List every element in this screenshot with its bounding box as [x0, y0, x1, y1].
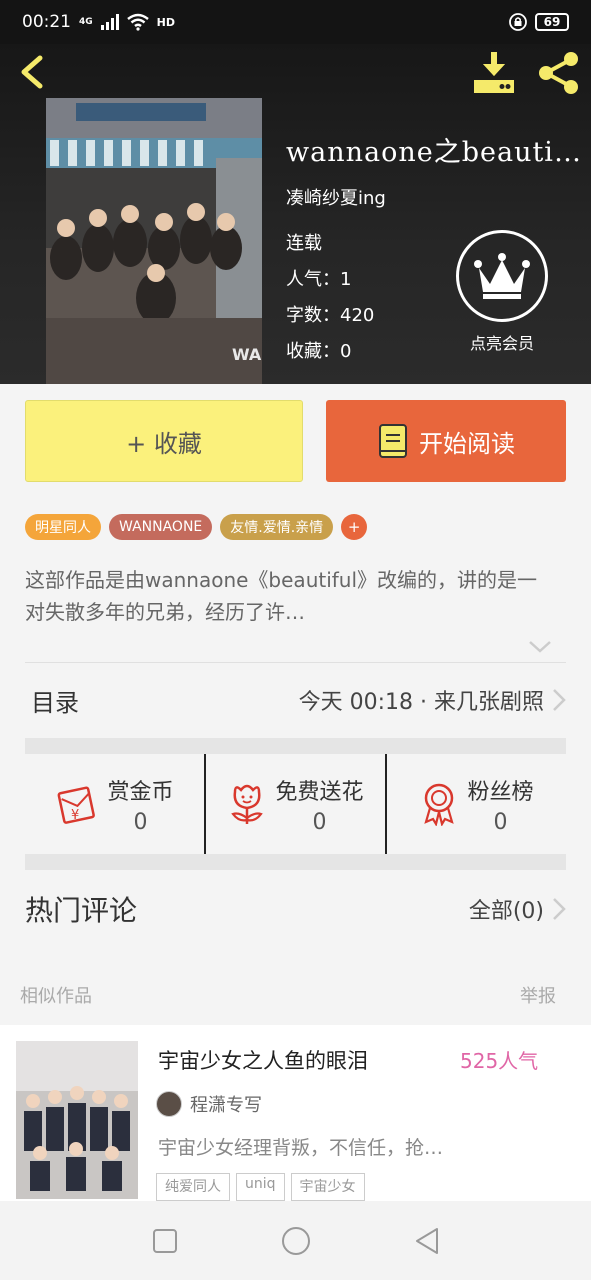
chevron-right-icon: [553, 898, 566, 920]
battery-level: 69: [543, 15, 561, 29]
hd-indicator: HD: [156, 15, 175, 29]
fan-ranking-button[interactable]: 粉丝榜 0: [385, 754, 566, 854]
back-nav-button[interactable]: [413, 1226, 441, 1256]
table-of-contents-row[interactable]: 目录 今天 00:18 · 来几张剧照: [25, 664, 566, 736]
red-envelope-icon: ¥: [58, 786, 96, 824]
back-button[interactable]: [16, 54, 48, 90]
medal-icon: [424, 783, 455, 826]
rewards-row: ¥ 赏金币 0 免费送花 0 粉丝榜 0: [25, 754, 566, 854]
similar-work-tags: 纯爱同人 uniq 宇宙少女: [156, 1173, 365, 1201]
book-detail-content: + 收藏 开始阅读 明星同人 WANNAONE 友情.爱情.亲情 + 这部作品是…: [0, 384, 591, 1014]
similar-work-item[interactable]: 宇宙少女之人鱼的眼泪 525人气 程潇专写 宇宙少女经理背叛，不信任，抢… 纯爱…: [0, 1025, 591, 1201]
book-stats: 连载 人气：1 字数：420 收藏：0: [286, 226, 374, 370]
reward-label: 粉丝榜: [467, 779, 534, 805]
send-flower-button[interactable]: 免费送花 0: [204, 754, 385, 854]
vip-label: 点亮会员: [469, 334, 534, 353]
tag-item: uniq: [236, 1173, 285, 1201]
cover-photo: WA: [46, 98, 262, 384]
system-navigation-bar: [0, 1201, 591, 1280]
tag-item[interactable]: 明星同人: [25, 514, 101, 540]
flower-icon: [231, 784, 264, 824]
section-divider: [25, 854, 566, 870]
chevron-right-icon: [553, 689, 566, 711]
signal-icon: [100, 14, 119, 30]
reward-count: 0: [312, 809, 327, 835]
add-tag-button[interactable]: +: [341, 514, 368, 540]
similar-works-label: 相似作品: [20, 986, 92, 1007]
book-header: WA wannaone之beauti… 凑崎纱夏ing 连载 人气：1 字数：4…: [0, 44, 591, 384]
recent-apps-button[interactable]: [151, 1227, 179, 1255]
svg-text:WA: WA: [232, 345, 262, 364]
collect-label: + 收藏: [126, 429, 202, 458]
latest-chapter: 今天 00:18 · 来几张剧照: [298, 690, 544, 715]
hot-comments-label: 热门评论: [25, 894, 138, 927]
book-title: wannaone之beauti…: [286, 137, 582, 168]
status-bar: 00:21 4G HD 69: [0, 0, 591, 44]
vip-button[interactable]: 点亮会员: [452, 230, 552, 354]
chevron-left-icon: [21, 55, 43, 89]
book-author[interactable]: 凑崎纱夏ing: [286, 184, 386, 210]
report-link[interactable]: 举报: [520, 982, 556, 1008]
crown-badge: [456, 230, 548, 322]
divider: [25, 662, 566, 663]
all-comments-link[interactable]: 全部(0): [469, 893, 544, 925]
section-divider: [25, 738, 566, 754]
similar-work-description: 宇宙少女经理背叛，不信任，抢…: [158, 1137, 444, 1159]
book-description[interactable]: 这部作品是由wannaone《beautiful》改编的，讲的是一对失散多年的兄…: [25, 564, 555, 628]
tag-list: 明星同人 WANNAONE 友情.爱情.亲情 +: [25, 514, 368, 540]
similar-work-popularity: 525人气: [460, 1049, 539, 1073]
toc-label: 目录: [31, 688, 79, 717]
similar-work-title: 宇宙少女之人鱼的眼泪: [158, 1049, 368, 1073]
share-icon: [539, 52, 578, 94]
book-icon: [379, 424, 407, 458]
reward-count: 0: [133, 809, 148, 835]
tag-item: 纯爱同人: [156, 1173, 230, 1201]
download-icon: [474, 52, 514, 93]
start-reading-button[interactable]: 开始阅读: [326, 400, 566, 482]
crown-icon: [474, 253, 530, 299]
hot-comments-row[interactable]: 热门评论 全部(0): [25, 876, 566, 942]
similar-work-author: 程潇专写: [156, 1091, 262, 1117]
wifi-icon: [126, 13, 149, 31]
similar-work-cover: [16, 1041, 138, 1199]
avatar: [156, 1091, 182, 1117]
tag-item[interactable]: WANNAONE: [109, 514, 213, 540]
tag-item[interactable]: 友情.爱情.亲情: [220, 514, 334, 540]
book-popularity: 人气：1: [286, 269, 352, 290]
start-reading-label: 开始阅读: [419, 429, 515, 458]
home-button[interactable]: [280, 1225, 312, 1257]
download-button[interactable]: [470, 50, 518, 96]
reward-label: 免费送花: [275, 779, 364, 805]
network-type: 4G: [79, 17, 93, 27]
reward-coins-button[interactable]: ¥ 赏金币 0: [25, 754, 204, 854]
collect-button[interactable]: + 收藏: [25, 400, 303, 482]
book-status: 连载: [286, 233, 322, 254]
expand-description-icon[interactable]: [528, 640, 552, 654]
status-time: 00:21: [22, 12, 71, 32]
tag-item: 宇宙少女: [290, 1173, 365, 1201]
battery-icon: 69: [535, 13, 569, 31]
reward-label: 赏金币: [107, 779, 174, 805]
share-button[interactable]: [534, 50, 582, 96]
book-word-count: 字数：420: [286, 305, 375, 326]
cover-photo: [16, 1041, 138, 1199]
svg-text:¥: ¥: [71, 808, 79, 823]
reward-count: 0: [493, 809, 508, 835]
book-cover[interactable]: WA: [46, 98, 262, 384]
lock-icon: [509, 13, 527, 31]
author-name: 程潇专写: [190, 1095, 262, 1116]
book-favorites: 收藏：0: [286, 341, 352, 362]
